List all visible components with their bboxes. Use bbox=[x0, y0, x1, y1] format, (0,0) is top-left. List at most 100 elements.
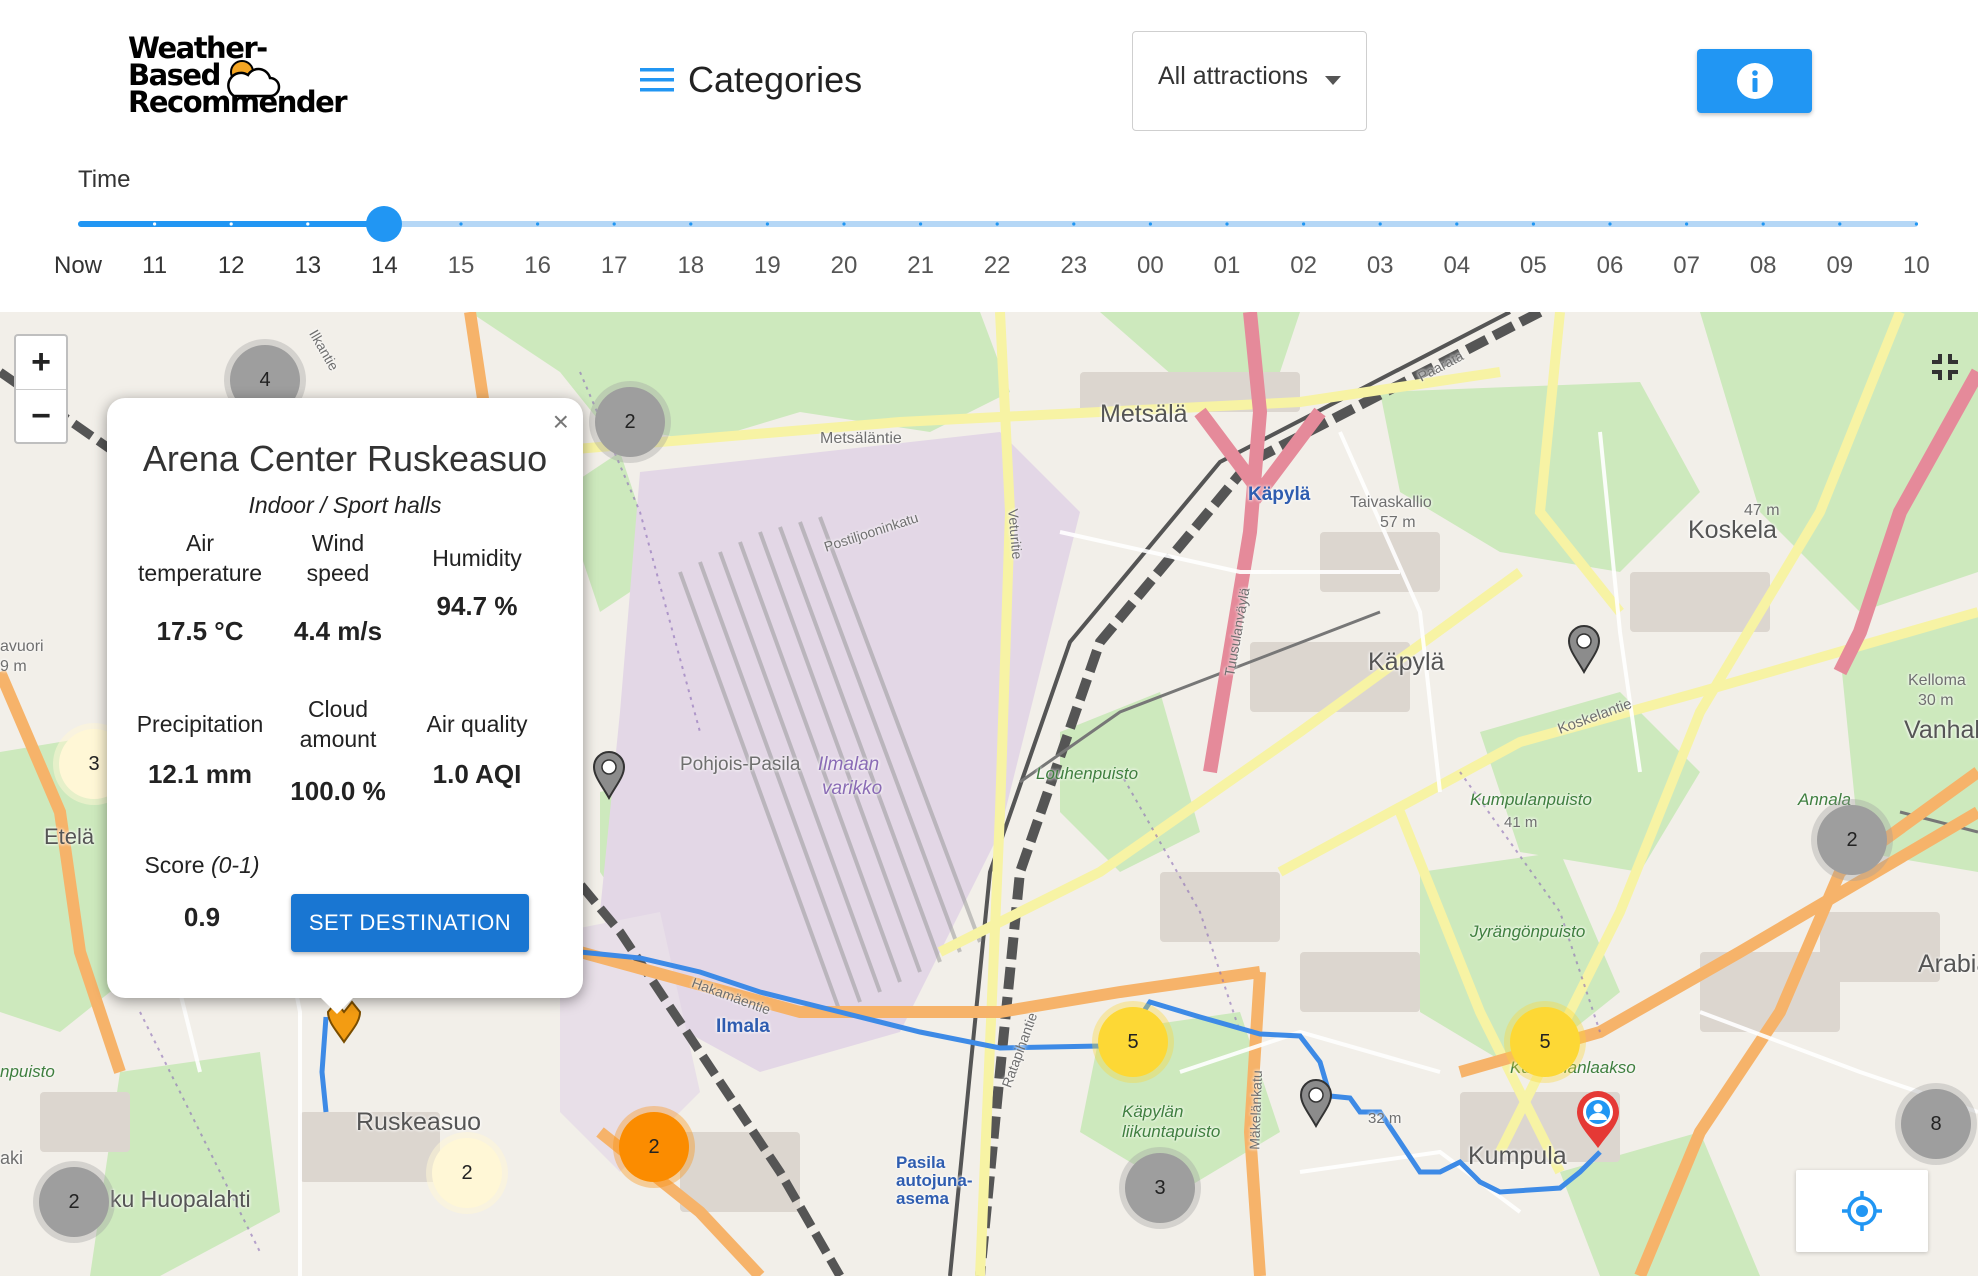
map-label-koskela: Koskela bbox=[1688, 516, 1777, 544]
time-tick-label[interactable]: 10 bbox=[1903, 252, 1930, 280]
cluster-marker[interactable]: 2 bbox=[1817, 805, 1887, 875]
attraction-filter-select[interactable]: All attractions bbox=[1132, 31, 1367, 131]
map-pin-icon[interactable] bbox=[1299, 1078, 1333, 1128]
slider-tick-dot bbox=[153, 222, 157, 226]
time-tick-label[interactable]: 21 bbox=[907, 252, 934, 280]
map-label-metsalantie: Metsäläntie bbox=[820, 430, 902, 447]
info-button[interactable] bbox=[1697, 49, 1812, 113]
time-tick-label[interactable]: 01 bbox=[1214, 252, 1241, 280]
slider-tick-dot bbox=[1914, 222, 1918, 226]
map-label-aki: aki bbox=[0, 1148, 24, 1168]
popup-close-button[interactable]: × bbox=[553, 406, 569, 438]
time-tick-label[interactable]: 06 bbox=[1597, 252, 1624, 280]
slider-thumb[interactable] bbox=[366, 206, 402, 242]
map-label-kapylan-liikuntapuisto: Käpylän liikuntapuisto bbox=[1122, 1102, 1221, 1141]
time-tick-label[interactable]: 19 bbox=[754, 252, 781, 280]
slider-tick-dot bbox=[1455, 222, 1459, 226]
time-tick-label[interactable]: 20 bbox=[831, 252, 858, 280]
user-location-marker-icon[interactable] bbox=[1574, 1090, 1622, 1150]
map-label-pasila-asema: Pasila autojuna-asema bbox=[896, 1153, 973, 1208]
time-tick-label[interactable]: 17 bbox=[601, 252, 628, 280]
slider-tick-dot bbox=[536, 222, 540, 226]
map-pin-icon[interactable] bbox=[592, 750, 626, 800]
popup-subtitle: Indoor / Sport halls bbox=[248, 492, 442, 518]
time-tick-label[interactable]: 07 bbox=[1673, 252, 1700, 280]
time-label: Time bbox=[78, 166, 131, 193]
locate-me-button[interactable] bbox=[1796, 1170, 1928, 1252]
zoom-out-button[interactable]: − bbox=[16, 389, 66, 442]
metric-value: 1.0 AQI bbox=[432, 759, 522, 789]
cluster-marker[interactable]: 5 bbox=[1510, 1007, 1580, 1077]
time-tick-label[interactable]: 08 bbox=[1750, 252, 1777, 280]
exit-fullscreen-icon[interactable] bbox=[1930, 352, 1960, 382]
time-tick-label[interactable]: 16 bbox=[524, 252, 551, 280]
crosshair-location-icon bbox=[1842, 1191, 1882, 1231]
map-view[interactable]: Metsälä Metsäläntie Käpylä Taivaskallio … bbox=[0, 312, 1978, 1276]
time-tick-label[interactable]: 05 bbox=[1520, 252, 1547, 280]
metric-wind-speed: Wind speed 4.4 m/s bbox=[263, 528, 413, 647]
map-label-ilmalan: Ilmalan bbox=[818, 754, 880, 775]
map-label-varikko: varikko bbox=[822, 778, 883, 799]
set-destination-button[interactable]: SET DESTINATION bbox=[291, 894, 529, 952]
metric-value: 17.5 °C bbox=[156, 616, 244, 646]
cluster-marker[interactable]: 3 bbox=[1125, 1153, 1195, 1223]
cluster-marker[interactable]: 2 bbox=[595, 387, 665, 457]
score-label: Score bbox=[144, 852, 205, 878]
metric-precipitation: Precipitation 12.1 mm bbox=[125, 709, 275, 790]
time-tick-label[interactable]: 13 bbox=[294, 252, 321, 280]
cluster-marker[interactable]: 5 bbox=[1098, 1007, 1168, 1077]
map-label-kellomaki-elevation: 30 m bbox=[1918, 692, 1954, 709]
map-label-arabianranta: Arabian bbox=[1918, 950, 1978, 978]
time-tick-label[interactable]: 04 bbox=[1443, 252, 1470, 280]
cluster-marker[interactable]: 2 bbox=[619, 1112, 689, 1182]
map-label-huopalahti: ku Huopalahti bbox=[110, 1186, 251, 1212]
map-pin-icon[interactable] bbox=[1567, 624, 1601, 674]
slider-tick-dot bbox=[1761, 222, 1765, 226]
time-tick-label[interactable]: 18 bbox=[677, 252, 704, 280]
attraction-filter-value: All attractions bbox=[1158, 62, 1309, 90]
map-label-ruskeasuo: Ruskeasuo bbox=[356, 1108, 482, 1136]
time-tick-label[interactable]: 11 bbox=[142, 252, 167, 280]
metric-label: Air quality bbox=[426, 711, 528, 737]
metric-label: Precipitation bbox=[136, 711, 264, 737]
metric-cloud-amount: Cloud amount 100.0 % bbox=[263, 694, 413, 807]
categories-button[interactable]: Categories bbox=[640, 56, 862, 104]
map-label-metsala: Metsälä bbox=[1100, 400, 1188, 428]
metric-label: Wind bbox=[311, 530, 365, 556]
metric-label: speed bbox=[306, 560, 370, 586]
time-slider[interactable] bbox=[78, 206, 1918, 242]
zoom-in-button[interactable]: + bbox=[16, 336, 66, 389]
slider-tick-dot bbox=[1148, 222, 1152, 226]
map-label-pohjois-pasila: Pohjois-Pasila bbox=[680, 754, 801, 775]
map-label-kumpula: Kumpula bbox=[1468, 1142, 1567, 1170]
time-tick-label[interactable]: 09 bbox=[1826, 252, 1853, 280]
info-icon bbox=[1736, 63, 1773, 99]
time-tick-label[interactable]: 02 bbox=[1290, 252, 1317, 280]
cluster-marker[interactable]: 8 bbox=[1901, 1089, 1971, 1159]
time-tick-label[interactable]: Now bbox=[54, 252, 102, 280]
time-tick-label[interactable]: 03 bbox=[1367, 252, 1394, 280]
cluster-marker[interactable]: 2 bbox=[39, 1167, 109, 1237]
slider-tick-dot bbox=[689, 222, 693, 226]
metric-air-temperature: Air temperature 17.5 °C bbox=[125, 528, 275, 647]
slider-tick-dot bbox=[612, 222, 616, 226]
map-label-taivaskallio-elevation: 57 m bbox=[1380, 514, 1416, 531]
metric-label: Score (0-1) bbox=[127, 850, 277, 880]
slider-tick-dot bbox=[1225, 222, 1229, 226]
slider-tick-dot bbox=[842, 222, 846, 226]
time-tick-label[interactable]: 00 bbox=[1137, 252, 1164, 280]
time-tick-label[interactable]: 23 bbox=[1060, 252, 1087, 280]
time-tick-label[interactable]: 12 bbox=[218, 252, 245, 280]
map-label-npuisto: npuisto bbox=[0, 1062, 55, 1081]
slider-tick-dot bbox=[1378, 222, 1382, 226]
time-tick-label[interactable]: 14 bbox=[371, 252, 398, 280]
slider-tick-dot bbox=[306, 222, 310, 226]
metric-label: temperature bbox=[137, 560, 262, 586]
map-label-kellomaki: Kelloma bbox=[1908, 672, 1966, 689]
time-tick-label[interactable]: 22 bbox=[984, 252, 1011, 280]
cluster-marker[interactable]: 2 bbox=[432, 1138, 502, 1208]
attraction-popup: × Arena Center Ruskeasuo Indoor / Sport … bbox=[107, 398, 583, 1014]
slider-tick-dot bbox=[995, 222, 999, 226]
time-tick-label[interactable]: 15 bbox=[448, 252, 475, 280]
metric-label: amount bbox=[299, 726, 377, 752]
